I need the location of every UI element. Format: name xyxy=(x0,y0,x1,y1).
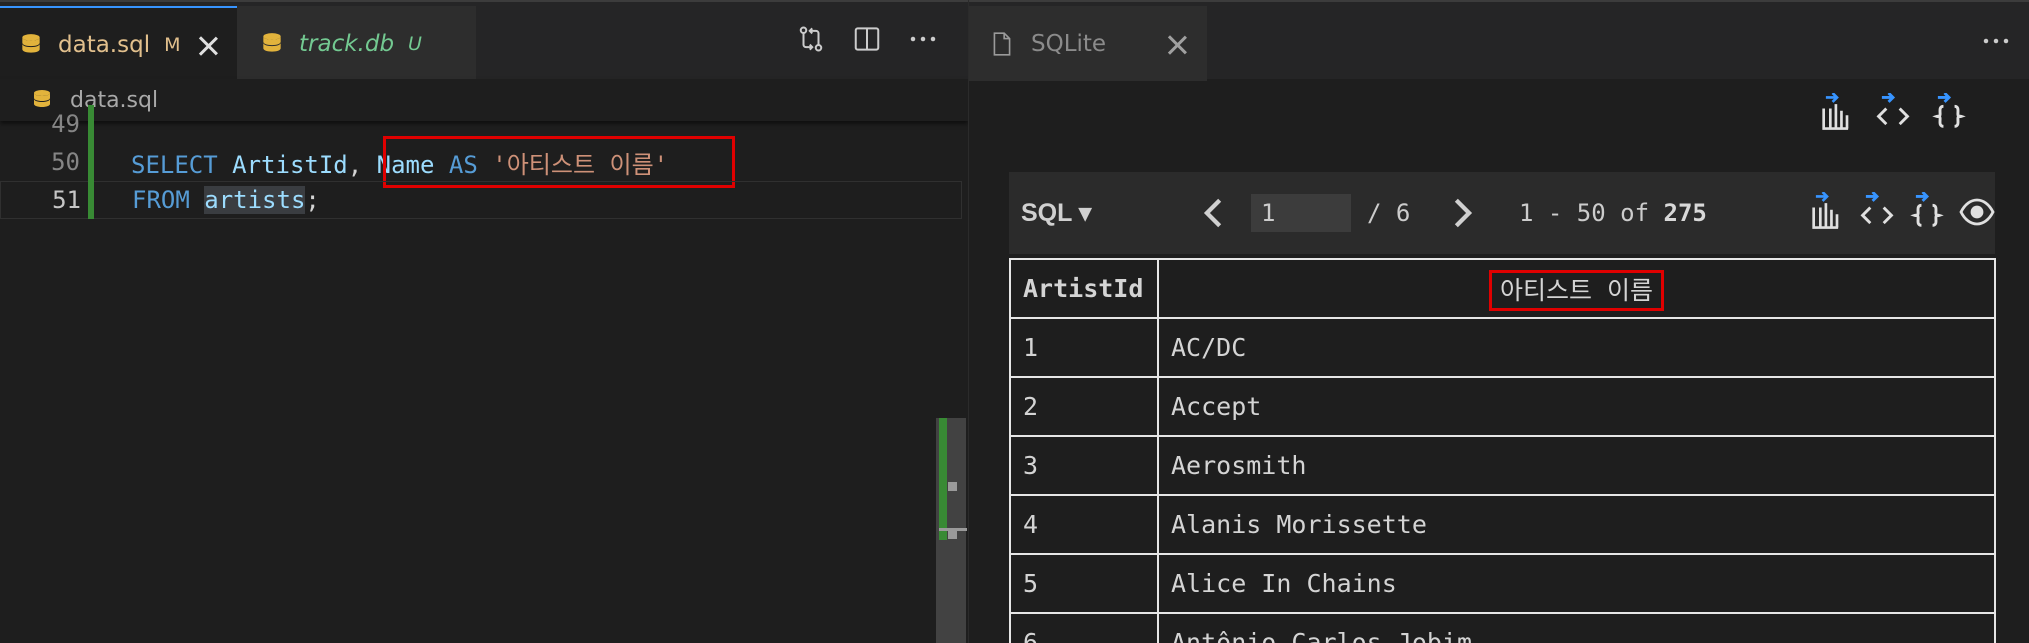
editor-actions xyxy=(796,24,938,54)
tab-track-db[interactable]: track.db U xyxy=(237,6,477,81)
code-line-current: 51 FROM artists; xyxy=(0,181,962,219)
chevron-right-icon[interactable] xyxy=(1447,196,1477,230)
export-json-icon[interactable] xyxy=(1931,93,1967,133)
export-actions xyxy=(1819,93,1967,133)
toolbar-actions xyxy=(1809,192,1995,232)
sql-mode-dropdown[interactable]: SQL ▾ xyxy=(1021,198,1091,228)
row-range: 1 - 50 of 275 xyxy=(1519,199,1707,227)
line-number: 49 xyxy=(51,110,80,138)
cell-artist-id: 2 xyxy=(1009,376,1159,437)
git-change-marker xyxy=(88,181,94,219)
chevron-left-icon[interactable] xyxy=(1199,196,1229,230)
cell-artist-name: Accept xyxy=(1157,376,1996,437)
export-html-icon[interactable] xyxy=(1875,93,1911,133)
tab-git-status: M xyxy=(164,33,181,56)
more-actions-icon[interactable] xyxy=(908,24,938,54)
more-actions-icon[interactable] xyxy=(1981,26,2011,63)
line-text: FROM artists; xyxy=(132,186,320,214)
table-row[interactable]: 3 Aerosmith xyxy=(1009,435,1996,496)
page-total: / 6 xyxy=(1367,199,1411,227)
cell-artist-name: AC/DC xyxy=(1157,317,1996,378)
cell-artist-id: 1 xyxy=(1009,317,1159,378)
results-table: ArtistId 아티스트 이름 1 AC/DC 2 Accept 3 Aerosmi… xyxy=(1009,258,1996,643)
table-header-row: ArtistId 아티스트 이름 xyxy=(1009,258,1996,319)
panel-tab-bar: SQLite xyxy=(969,0,2029,81)
tab-label: track.db xyxy=(299,30,395,57)
minimap-change-marker xyxy=(939,418,947,540)
close-icon[interactable] xyxy=(1166,33,1188,55)
table-row[interactable]: 4 Alanis Morissette xyxy=(1009,494,1996,555)
cell-artist-name: Alanis Morissette xyxy=(1157,494,1996,555)
sqlite-results-panel: SQLite SQL ▾ / 6 1 - 50 of 275 xyxy=(968,0,2029,643)
compare-changes-icon[interactable] xyxy=(796,24,826,54)
code-editor[interactable]: 49 50 SELECT ArtistId, Name AS '아티스트 이름'… xyxy=(0,105,968,643)
cell-artist-id: 3 xyxy=(1009,435,1159,496)
table-row[interactable]: 1 AC/DC xyxy=(1009,317,1996,378)
cell-artist-id: 5 xyxy=(1009,553,1159,614)
database-icon xyxy=(22,33,40,53)
export-html-icon[interactable] xyxy=(1859,192,1895,232)
column-header[interactable]: ArtistId xyxy=(1009,258,1159,319)
editor-tab-bar: data.sql M track.db U xyxy=(0,0,968,81)
cell-artist-id: 6 xyxy=(1009,612,1159,643)
table-row[interactable]: 2 Accept xyxy=(1009,376,1996,437)
cell-artist-id: 4 xyxy=(1009,494,1159,555)
tab-label: data.sql xyxy=(58,31,151,58)
export-json-icon[interactable] xyxy=(1909,192,1945,232)
eye-icon[interactable] xyxy=(1959,192,1995,232)
table-row[interactable]: 5 Alice In Chains xyxy=(1009,553,1996,614)
page-number-input[interactable] xyxy=(1251,194,1351,232)
database-icon xyxy=(263,32,281,52)
cell-artist-name: Antônio Carlos Jobim xyxy=(1157,612,1996,643)
git-change-marker xyxy=(88,143,94,181)
export-csv-icon[interactable] xyxy=(1809,192,1845,232)
tab-data-sql[interactable]: data.sql M xyxy=(0,6,237,81)
editor-group: data.sql M track.db U data.sql 49 50 SEL… xyxy=(0,0,968,643)
minimap-marker xyxy=(948,482,957,491)
column-header[interactable]: 아티스트 이름 xyxy=(1157,258,1996,319)
export-csv-icon[interactable] xyxy=(1819,93,1855,133)
row-total: 275 xyxy=(1663,199,1707,227)
tab-sqlite[interactable]: SQLite xyxy=(969,6,1207,81)
close-icon[interactable] xyxy=(197,34,219,56)
cell-artist-name: Alice In Chains xyxy=(1157,553,1996,614)
split-editor-icon[interactable] xyxy=(852,24,882,54)
results-toolbar: SQL ▾ / 6 1 - 50 of 275 xyxy=(1009,172,1995,254)
minimap-marker xyxy=(948,530,957,539)
line-number: 51 xyxy=(52,186,81,214)
highlight-box: 아티스트 이름 xyxy=(1488,269,1665,311)
line-number: 50 xyxy=(51,148,80,176)
tab-git-status: U xyxy=(408,32,422,55)
git-change-marker xyxy=(88,105,94,143)
cell-artist-name: Aerosmith xyxy=(1157,435,1996,496)
tab-label: SQLite xyxy=(1031,30,1107,57)
file-icon xyxy=(993,31,1011,56)
table-row[interactable]: 6 Antônio Carlos Jobim xyxy=(1009,612,1996,643)
